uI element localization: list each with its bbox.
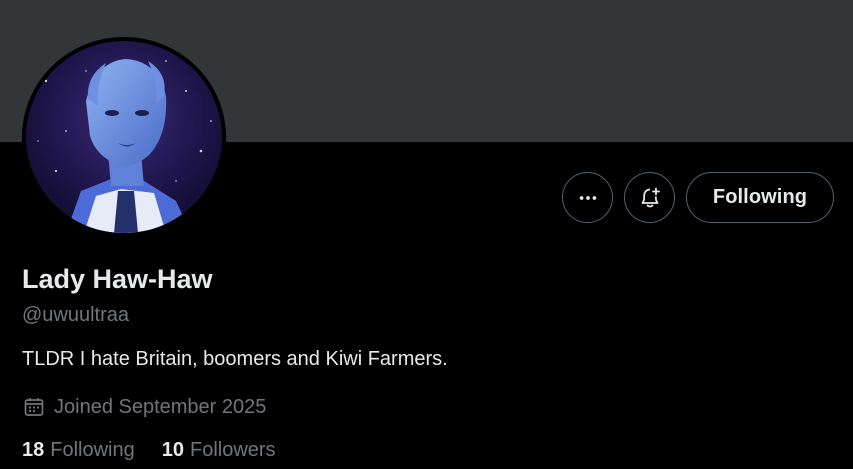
profile-bio: TLDR I hate Britain, boomers and Kiwi Fa…: [22, 348, 448, 370]
following-label: Following: [50, 439, 135, 461]
notifications-button[interactable]: [624, 172, 675, 223]
calendar-icon: [24, 398, 44, 416]
following-count-link[interactable]: 18 Following: [22, 439, 135, 462]
bell-plus-icon: [641, 187, 660, 207]
avatar-image: [26, 41, 222, 233]
profile-page: Following Lady Haw-Haw @uwuultraa TLDR I…: [0, 0, 853, 469]
more-horizontal-icon: [579, 195, 596, 200]
joined-date: Joined September 2025: [22, 395, 266, 419]
followers-count-link[interactable]: 10 Followers: [162, 439, 276, 462]
following-count: 18: [22, 439, 45, 461]
user-handle: @uwuultraa: [22, 304, 130, 326]
display-name: Lady Haw-Haw: [22, 264, 213, 294]
following-button[interactable]: Following: [686, 172, 834, 223]
followers-count: 10: [161, 439, 184, 461]
joined-text: Joined September 2025: [54, 395, 267, 418]
avatar[interactable]: [22, 37, 226, 237]
more-options-button[interactable]: [562, 172, 613, 223]
profile-stats: 18 Following 10 Followers: [22, 439, 303, 462]
followers-label: Followers: [189, 439, 276, 461]
